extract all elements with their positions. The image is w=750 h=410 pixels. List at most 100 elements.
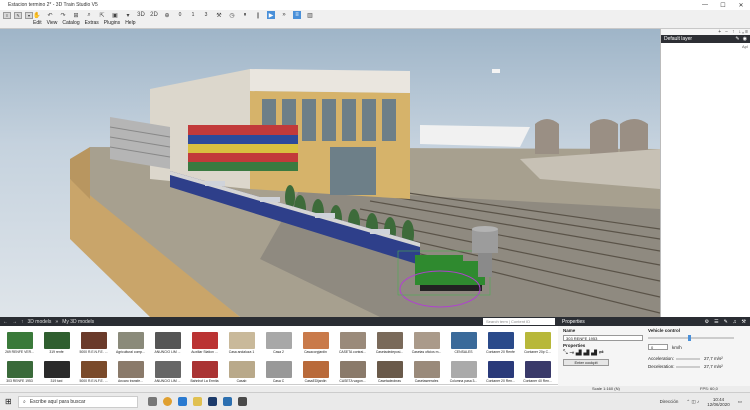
expand-icon[interactable]: «	[742, 29, 750, 37]
windows-start-icon[interactable]: ⊞	[5, 397, 12, 406]
library-search-input[interactable]: Search term | Content ID	[483, 318, 555, 325]
breadcrumb-root[interactable]: 3D models	[28, 319, 52, 325]
menu-plugins[interactable]: Plugins	[104, 20, 120, 26]
maximize-button[interactable]: ☐	[714, 2, 732, 9]
view-2d-button[interactable]: 2D	[150, 11, 158, 19]
minimize-button[interactable]: —	[696, 2, 714, 9]
undo-icon[interactable]: ↶	[46, 11, 54, 19]
edge-icon[interactable]	[178, 397, 187, 406]
track-icon[interactable]: ≡	[293, 11, 301, 19]
zoom-icon[interactable]: ⊕	[163, 11, 171, 19]
back-icon[interactable]: ←	[3, 319, 8, 325]
menu-extras[interactable]: Extras	[85, 20, 99, 26]
chevron-down-icon[interactable]: ▾	[124, 11, 132, 19]
remove-layer-icon[interactable]: −	[725, 29, 728, 35]
library-item[interactable]: CENSALES	[445, 326, 482, 355]
library-item[interactable]: Bahnhof La Ermita	[186, 355, 223, 384]
edit-icon[interactable]: ✎	[735, 36, 739, 42]
app-icon[interactable]	[238, 397, 247, 406]
pencil-icon[interactable]: ✎	[14, 11, 22, 19]
library-item[interactable]: Contaner 40 Ren...	[519, 355, 556, 384]
gear-icon[interactable]: ⚙	[705, 319, 709, 325]
menu-view[interactable]: View	[47, 20, 58, 26]
library-item[interactable]: Contaner 20 Ren...	[482, 355, 519, 384]
move-down-icon[interactable]: ↓	[739, 29, 742, 35]
library-item[interactable]: 319 taxi	[38, 355, 75, 384]
up-icon[interactable]: ↑	[21, 319, 24, 325]
hammer-icon[interactable]: ⚒	[742, 319, 746, 325]
camera-icon[interactable]: ▣	[111, 11, 119, 19]
redo-icon[interactable]: ↷	[59, 11, 67, 19]
move-up-icon[interactable]: ↑	[732, 29, 735, 35]
cursor-icon[interactable]: ⇱	[98, 11, 106, 19]
speed-input[interactable]: 0	[648, 344, 668, 350]
speed-0-button[interactable]: 0	[176, 12, 184, 18]
explorer-icon[interactable]	[193, 397, 202, 406]
music-icon[interactable]: ♫	[733, 319, 737, 325]
library-item[interactable]: Auxiliar Station ...	[186, 326, 223, 355]
library-item[interactable]: CASETA contrai...	[334, 326, 371, 355]
library-item[interactable]: Casa 2	[260, 326, 297, 355]
notification-icon[interactable]: ▭	[738, 399, 742, 405]
close-button[interactable]: ✕	[732, 2, 750, 9]
train-studio-icon[interactable]	[223, 397, 232, 406]
menu-edit[interactable]: Edit	[33, 20, 42, 26]
hand-icon[interactable]: ✋	[33, 11, 41, 19]
menu-catalog[interactable]: Catalog	[62, 20, 79, 26]
deceleration-slider[interactable]	[676, 366, 700, 368]
taskview-icon[interactable]	[148, 397, 157, 406]
acceleration-slider[interactable]	[676, 358, 700, 360]
library-item[interactable]: 319 renfe	[38, 326, 75, 355]
library-item[interactable]: ANUNCIO LIM ...	[149, 355, 186, 384]
view-3d-button[interactable]: 3D	[137, 11, 145, 19]
add-layer-icon[interactable]: +	[718, 29, 721, 35]
speed-1-button[interactable]: 1	[189, 12, 197, 18]
search-icon[interactable]: ⌕	[85, 11, 93, 19]
library-item[interactable]: Casacorpjardin	[297, 326, 334, 355]
library-item[interactable]: Ancaro transfe...	[112, 355, 149, 384]
library-item[interactable]: 5000 R.E.N.F.E. ...	[75, 326, 112, 355]
name-field[interactable]: 303 RENFE 1953	[563, 335, 643, 341]
speed-slider[interactable]	[648, 335, 734, 341]
sliders-icon[interactable]: ☰	[714, 319, 718, 325]
tray-icons[interactable]: ⌃ ◫ ♪	[686, 399, 699, 405]
library-item[interactable]: 269 RENFE VER...	[1, 326, 38, 355]
menu-help[interactable]: Help	[125, 20, 135, 26]
taskbar-search[interactable]: ⌕ Escribe aquí para buscar	[18, 395, 138, 408]
library-item[interactable]: Casetaseerales	[408, 355, 445, 384]
clock-icon[interactable]: ◷	[228, 11, 236, 19]
photoshop-icon[interactable]	[208, 397, 217, 406]
dropdown-icon[interactable]: ▾	[25, 11, 33, 19]
speed-slider-thumb[interactable]	[688, 335, 691, 341]
library-item[interactable]: Contaner 20p C...	[519, 326, 556, 355]
library-item[interactable]: Casetadeobras	[371, 355, 408, 384]
library-item[interactable]: Casa andaluza 1	[223, 326, 260, 355]
signal-icon[interactable]: ▥	[306, 11, 314, 19]
library-item[interactable]: ANUNCIO LIM ...	[149, 326, 186, 355]
play-icon[interactable]: ▶	[267, 11, 275, 19]
vehicle-tool-icons[interactable]: ⤡ ⇥ ▟ ▟ ▟ ⇄	[563, 350, 604, 357]
chrome-icon[interactable]	[163, 397, 172, 406]
library-item[interactable]: Contaner 20 Renfe	[482, 326, 519, 355]
forward-icon[interactable]: →	[12, 319, 17, 325]
pause-icon[interactable]: ⏸	[241, 11, 249, 19]
library-item[interactable]: 303 RENFE 1953	[1, 355, 38, 384]
3d-viewport[interactable]	[0, 29, 660, 317]
speed-3-button[interactable]: 3	[202, 12, 210, 18]
library-item[interactable]: Casetadedeposi...	[371, 326, 408, 355]
step-icon[interactable]: ❙	[254, 11, 262, 19]
pen-icon[interactable]: ✎	[724, 319, 728, 325]
library-item[interactable]: Agricultural comp...	[112, 326, 149, 355]
grid-icon[interactable]: ⊞	[72, 11, 80, 19]
fast-forward-icon[interactable]: »	[280, 11, 288, 19]
hammer-icon[interactable]: ⚒	[215, 11, 223, 19]
library-item[interactable]: Casa C	[260, 355, 297, 384]
library-item[interactable]: Casab	[223, 355, 260, 384]
library-item[interactable]: CasaEDljardin	[297, 355, 334, 384]
clock[interactable]: 10:44 12/06/2020	[707, 397, 730, 407]
app-menu-icon[interactable]: ≡	[3, 11, 11, 19]
library-item[interactable]: Casetas oficios m...	[408, 326, 445, 355]
library-item[interactable]: CASETA vagon...	[334, 355, 371, 384]
layer-row-default[interactable]: Default layer ✎ ◉	[661, 35, 750, 43]
breadcrumb-current[interactable]: My 3D models	[62, 319, 94, 325]
